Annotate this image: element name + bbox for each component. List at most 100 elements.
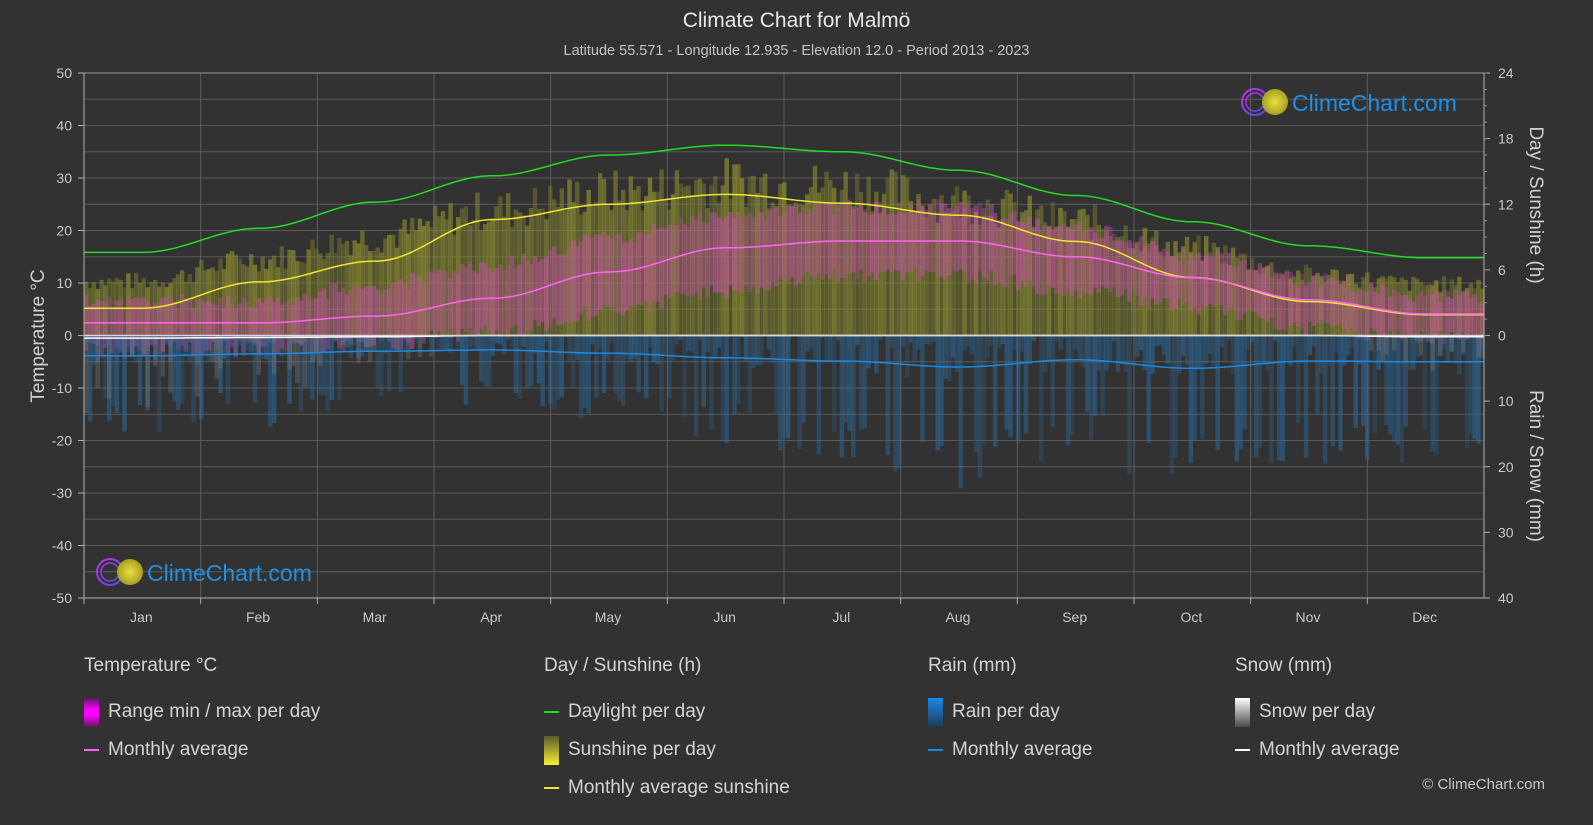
temp-range-day-bar xyxy=(751,217,756,288)
temp-range-day-bar xyxy=(1054,226,1059,295)
temp-range-day-bar xyxy=(383,289,388,336)
rain-day-bar xyxy=(1123,335,1128,372)
rain-day-bar xyxy=(268,335,273,427)
temp-range-day-bar xyxy=(620,243,626,316)
temp-range-day-bar xyxy=(931,212,937,273)
rain-day-bar xyxy=(824,335,829,362)
rain-day-bar xyxy=(1357,335,1362,365)
rain-day-bar xyxy=(1150,335,1155,374)
rain-day-bar xyxy=(191,335,196,423)
rain-day-bar xyxy=(874,335,879,374)
rain-day-bar xyxy=(843,335,848,423)
temp-range-day-bar xyxy=(1399,295,1405,340)
temp-range-day-bar xyxy=(1472,293,1477,338)
rain-day-bar xyxy=(1088,335,1094,440)
temp-range-day-bar xyxy=(885,214,891,270)
rain-day-bar xyxy=(567,335,572,361)
temp-range-day-bar xyxy=(1219,253,1224,306)
rain-day-bar xyxy=(337,335,342,401)
rain-day-bar xyxy=(966,335,971,347)
rain-day-bar xyxy=(1246,335,1251,351)
rain-day-bar xyxy=(831,335,837,432)
y-left-tick-label: -50 xyxy=(52,590,72,606)
temp-range-day-bar xyxy=(1115,240,1121,298)
logo-top[interactable]: ClimeChart.com xyxy=(1241,88,1457,116)
snow-day-bar xyxy=(371,335,377,353)
temp-range-day-bar xyxy=(1437,301,1443,332)
temp-range-day-bar xyxy=(440,270,446,335)
rain-day-bar xyxy=(1165,335,1171,365)
legend-temperature: Temperature °C Range min / max per day M… xyxy=(84,655,320,769)
temp-avg-swatch xyxy=(84,749,99,751)
legend-rain-title: Rain (mm) xyxy=(928,655,1017,676)
rain-day-bar xyxy=(114,335,120,414)
temp-range-day-bar xyxy=(532,255,538,321)
temp-range-day-bar xyxy=(502,270,507,333)
rain-day-bar xyxy=(1250,335,1255,342)
rain-day-bar xyxy=(440,335,446,350)
temp-range-day-bar xyxy=(1119,240,1125,296)
rain-day-bar xyxy=(525,335,530,389)
rain-day-bar xyxy=(690,335,695,353)
rain-day-bar xyxy=(1138,335,1144,350)
rain-day-bar xyxy=(1434,335,1439,455)
temp-range-day-bar xyxy=(333,283,338,341)
logo-bottom[interactable]: ClimeChart.com xyxy=(96,558,312,586)
temp-range-day-bar xyxy=(793,205,799,286)
rain-day-bar xyxy=(1441,335,1447,350)
y-left-tick-label: 50 xyxy=(56,65,72,81)
snow-day-bar xyxy=(107,335,112,399)
legend-sunshine-title: Day / Sunshine (h) xyxy=(544,655,702,676)
y-right-top-tick-label: 0 xyxy=(1498,328,1506,344)
rain-day-bar xyxy=(1238,335,1243,449)
rain-day-bar xyxy=(456,335,461,350)
rain-day-bar xyxy=(402,335,407,351)
rain-day-bar xyxy=(536,335,542,384)
temp-range-day-bar xyxy=(594,234,599,317)
y-left-tick-label: 10 xyxy=(56,275,72,291)
temp-range-day-bar xyxy=(1223,261,1228,316)
rain-day-bar xyxy=(379,335,384,397)
rain-day-bar xyxy=(759,335,764,366)
rain-day-bar xyxy=(1173,335,1178,458)
temp-range-day-bar xyxy=(1311,275,1316,327)
logo-sun-icon xyxy=(117,559,143,585)
temp-range-day-bar xyxy=(590,237,595,317)
temp-range-day-bar xyxy=(1315,273,1320,324)
sunshine-avg-swatch xyxy=(544,787,559,789)
temp-range-day-bar xyxy=(1146,249,1151,310)
rain-day-bar xyxy=(613,335,618,394)
copyright: © ClimeChart.com xyxy=(1422,776,1545,793)
temp-range-day-bar xyxy=(229,303,235,348)
rain-day-bar xyxy=(801,335,806,424)
temp-range-day-bar xyxy=(935,199,940,277)
rain-day-bar xyxy=(1464,335,1470,448)
rain-day-bar xyxy=(609,335,614,343)
temp-range-day-bar xyxy=(490,272,496,336)
temp-range-day-bar xyxy=(624,241,630,311)
rain-day-bar xyxy=(1077,335,1082,359)
temp-range-day-bar xyxy=(1273,271,1278,329)
temp-range-day-bar xyxy=(521,253,526,337)
snow-day-bar xyxy=(406,335,411,360)
rain-day-bar xyxy=(774,335,779,414)
temp-range-day-bar xyxy=(993,212,998,285)
rain-day-bar xyxy=(1468,335,1474,435)
logo-text: ClimeChart.com xyxy=(1292,90,1457,116)
legend-label: Monthly average xyxy=(108,739,249,760)
temp-range-day-bar xyxy=(1069,229,1075,296)
temp-range-day-bar xyxy=(858,204,864,270)
temp-range-day-bar xyxy=(655,229,660,302)
rain-day-bar xyxy=(1012,335,1017,350)
temp-range-day-bar xyxy=(1391,289,1397,338)
rain-day-bar xyxy=(1192,335,1197,441)
rain-day-bar xyxy=(935,335,940,451)
temp-range-day-bar xyxy=(1372,291,1378,331)
rain-day-bar xyxy=(1276,335,1282,461)
rain-day-bar xyxy=(716,335,722,348)
rain-day-bar xyxy=(1016,335,1021,443)
legend-snow: Snow (mm) Snow per day Monthly average xyxy=(1235,655,1399,769)
temp-range-day-bar xyxy=(1269,277,1274,318)
temp-range-day-bar xyxy=(824,202,829,275)
rain-day-bar xyxy=(398,335,403,392)
